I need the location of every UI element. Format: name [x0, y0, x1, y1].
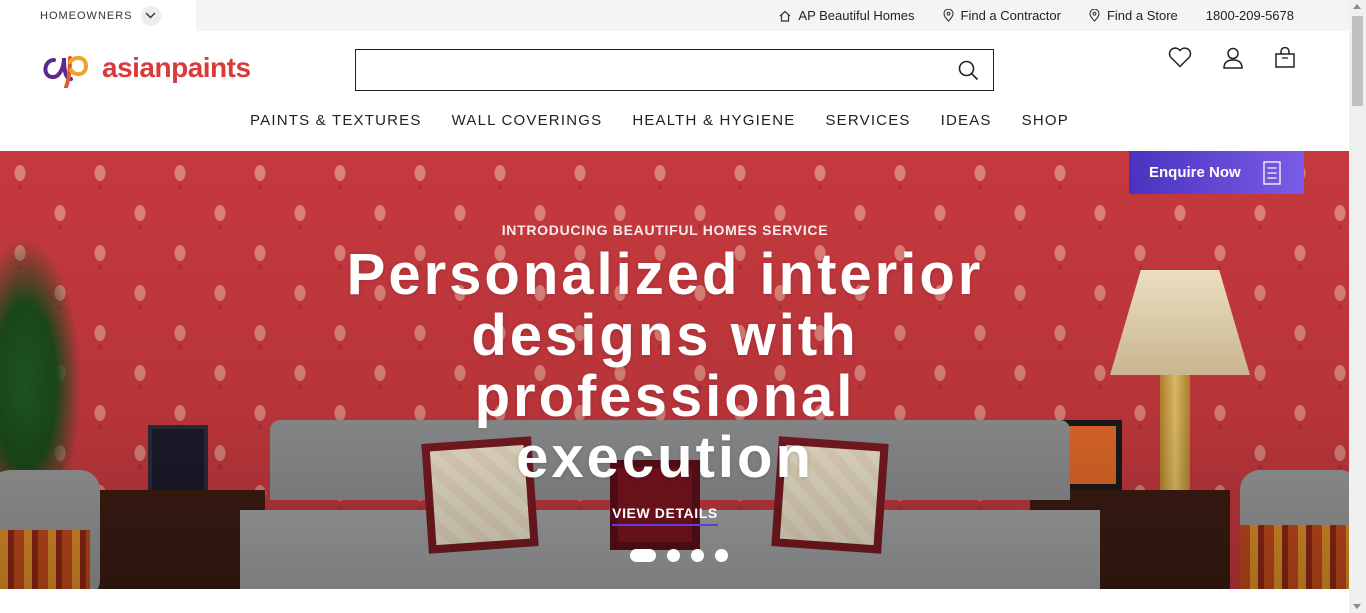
house-icon [780, 10, 791, 22]
shopping-bag-icon[interactable] [1274, 46, 1296, 74]
find-store-link[interactable]: Find a Store [1089, 8, 1178, 23]
phone-number-link[interactable]: 1800-209-5678 [1206, 8, 1294, 23]
scroll-down-arrow-icon[interactable] [1353, 604, 1361, 609]
carousel-dot[interactable] [691, 549, 704, 562]
hero-title: Personalized interior designs with profe… [265, 244, 1065, 488]
utility-links: AP Beautiful Homes Find a Contractor Fin… [779, 0, 1294, 31]
heart-icon[interactable] [1168, 47, 1192, 74]
hero-title-line: designs with [471, 303, 859, 368]
page-scrollbar[interactable] [1349, 0, 1366, 613]
enquire-now-label: Enquire Now [1149, 164, 1241, 181]
carousel-dots [630, 549, 728, 562]
find-store-label: Find a Store [1106, 8, 1178, 23]
search-icon[interactable] [958, 60, 979, 86]
find-contractor-link[interactable]: Find a Contractor [942, 8, 1061, 23]
scroll-up-arrow-icon[interactable] [1353, 4, 1361, 9]
phone-number: 1800-209-5678 [1205, 8, 1294, 23]
nav-item-health-hygiene[interactable]: HEALTH & HYGIENE [632, 112, 795, 129]
find-contractor-label: Find a Contractor [960, 8, 1061, 23]
nav-item-ideas[interactable]: IDEAS [941, 112, 992, 129]
ap-logo-mark-icon [43, 55, 89, 88]
segment-label: HOMEOWNERS [40, 9, 133, 22]
nav-item-wall-coverings[interactable]: WALL COVERINGS [452, 112, 603, 129]
nav-item-services[interactable]: SERVICES [825, 112, 910, 129]
user-icon[interactable] [1222, 47, 1244, 74]
view-details-link[interactable]: VIEW DETAILS [612, 505, 718, 526]
logo-wordmark: asianpaints [102, 52, 251, 83]
form-icon [1263, 160, 1281, 185]
hero-title-line: professional [474, 364, 856, 429]
hero-title-line: Personalized interior [346, 242, 984, 307]
nav-item-shop[interactable]: SHOP [1022, 112, 1069, 129]
carousel-dot[interactable] [715, 549, 728, 562]
carousel-dot[interactable] [630, 549, 656, 562]
asianpaints-logo[interactable]: asianpaints [40, 48, 251, 88]
segment-picker[interactable]: HOMEOWNERS [0, 0, 196, 31]
hero-title-line: execution [516, 425, 814, 490]
hero-cta-wrapper: VIEW DETAILS [0, 505, 1330, 526]
utility-bar: HOMEOWNERS AP Beautiful Homes Find a Con… [0, 0, 1349, 31]
location-pin-icon [1089, 9, 1100, 22]
header-icons [1168, 46, 1296, 74]
carousel-dot[interactable] [667, 549, 680, 562]
ap-beautiful-homes-link[interactable]: AP Beautiful Homes [779, 8, 915, 23]
enquire-now-button[interactable]: Enquire Now [1129, 151, 1304, 194]
nav-item-paints-textures[interactable]: PAINTS & TEXTURES [250, 112, 422, 129]
hero-kicker: INTRODUCING BEAUTIFUL HOMES SERVICE [501, 222, 829, 238]
main-nav: PAINTS & TEXTURES WALL COVERINGS HEALTH … [0, 112, 1349, 129]
scrollbar-thumb[interactable] [1352, 16, 1363, 106]
location-pin-icon [942, 9, 954, 22]
chevron-down-icon[interactable] [140, 5, 161, 26]
search-input[interactable] [356, 50, 936, 90]
search-box [355, 49, 994, 91]
ap-beautiful-homes-label: AP Beautiful Homes [798, 8, 915, 23]
